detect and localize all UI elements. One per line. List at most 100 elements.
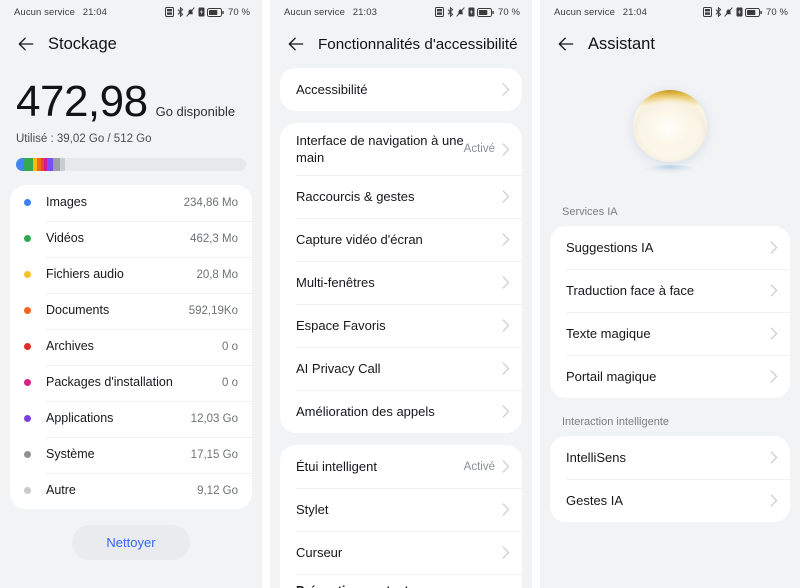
storage-list-item[interactable]: Système 17,15 Go bbox=[10, 436, 252, 473]
settings-row[interactable]: Étui intelligent Activé bbox=[280, 445, 522, 488]
back-arrow-icon[interactable] bbox=[16, 34, 36, 54]
settings-row[interactable]: Capture vidéo d'écran bbox=[280, 218, 522, 261]
carrier-label-2: Aucun service bbox=[284, 6, 345, 18]
settings-row-title: Prévention contacts non voulus bbox=[296, 583, 464, 588]
notification-muted-icon bbox=[456, 7, 466, 17]
status-carrier-time-3: Aucun service 21:04 bbox=[554, 7, 647, 18]
settings-row-text: Capture vidéo d'écran bbox=[296, 231, 502, 248]
settings-row-title: Interface de navigation à une main bbox=[296, 133, 464, 166]
status-bar-3: Aucun service 21:04 70 % bbox=[540, 0, 800, 24]
battery-icon bbox=[745, 7, 763, 17]
category-color-dot bbox=[24, 379, 31, 387]
page-title: Fonctionnalités d'accessibilité bbox=[318, 35, 518, 53]
settings-card: Interface de navigation à une main Activé… bbox=[280, 123, 522, 434]
storage-list-item[interactable]: Documents 592,19Ko bbox=[10, 292, 252, 329]
status-icons-1: 70 % bbox=[165, 7, 250, 18]
assistant-orb-area bbox=[540, 68, 800, 200]
status-carrier-time-2: Aucun service 21:03 bbox=[284, 7, 377, 18]
settings-row[interactable]: Suggestions IA bbox=[550, 226, 790, 269]
battery-icon bbox=[207, 7, 225, 17]
settings-row[interactable]: Gestes IA bbox=[550, 479, 790, 522]
storage-summary: 472,98 Go disponible Utilisé : 39,02 Go … bbox=[0, 68, 262, 171]
clock-label-2: 21:03 bbox=[352, 6, 377, 18]
settings-row-state: Activé bbox=[463, 460, 495, 473]
settings-row-text: IntelliSens bbox=[566, 449, 770, 466]
storage-category-list: Images 234,86 Mo Vidéos 462,3 Mo Fichiers au… bbox=[10, 184, 252, 509]
settings-row-text: Amélioration des appels bbox=[296, 403, 502, 420]
category-label: Documents bbox=[46, 303, 110, 318]
settings-row-text: Étui intelligent bbox=[296, 458, 464, 475]
settings-row-text: Raccourcis & gestes bbox=[296, 188, 502, 205]
storage-list-item[interactable]: Archives 0 o bbox=[10, 328, 252, 365]
back-arrow-icon[interactable] bbox=[286, 34, 306, 54]
settings-row-state: Activé bbox=[463, 143, 495, 156]
category-color-dot bbox=[24, 343, 31, 351]
storage-list-item[interactable]: Autre 9,12 Go bbox=[10, 472, 252, 509]
settings-row[interactable]: Raccourcis & gestes bbox=[280, 175, 522, 218]
settings-row-title: Étui intelligent bbox=[296, 459, 377, 475]
settings-row[interactable]: Texte magique bbox=[550, 312, 790, 355]
settings-row-text: Espace Favoris bbox=[296, 317, 502, 334]
storage-available-unit: Go disponible bbox=[155, 104, 236, 119]
storage-list-item[interactable]: Packages d'installation 0 o bbox=[10, 364, 252, 401]
three-phone-screenshots: Aucun service 21:04 70 % Stockage 472,98… bbox=[0, 0, 800, 588]
category-label: Applications bbox=[46, 411, 114, 426]
chevron-right-icon bbox=[770, 494, 778, 507]
category-color-dot bbox=[24, 199, 31, 207]
settings-row[interactable]: Espace Favoris bbox=[280, 304, 522, 347]
clean-button-row: Nettoyer bbox=[0, 524, 262, 560]
page-title: Assistant bbox=[588, 34, 655, 53]
settings-row[interactable]: Accessibilité bbox=[280, 68, 522, 111]
settings-row-text: Accessibilité bbox=[296, 81, 502, 98]
settings-row-text: AI Privacy Call bbox=[296, 360, 502, 377]
category-color-dot bbox=[24, 487, 31, 495]
chevron-right-icon bbox=[502, 546, 510, 559]
section-header: Interaction intelligente bbox=[562, 416, 670, 428]
carrier-label-3: Aucun service bbox=[554, 6, 615, 18]
storage-list-item[interactable]: Fichiers audio 20,8 Mo bbox=[10, 256, 252, 293]
settings-card: Étui intelligent Activé Stylet Curseur Préve… bbox=[280, 445, 522, 588]
back-arrow-icon[interactable] bbox=[556, 34, 576, 54]
category-color-dot bbox=[24, 415, 31, 423]
settings-card: Accessibilité bbox=[280, 68, 522, 111]
settings-row[interactable]: Multi-fenêtres bbox=[280, 261, 522, 304]
chevron-right-icon bbox=[502, 190, 510, 203]
settings-row[interactable]: AI Privacy Call bbox=[280, 347, 522, 390]
settings-card: IntelliSens Gestes IA bbox=[550, 436, 790, 522]
settings-row[interactable]: Stylet bbox=[280, 488, 522, 531]
settings-row-title: Texte magique bbox=[566, 325, 651, 341]
category-label: Vidéos bbox=[46, 231, 84, 246]
category-size: 12,03 Go bbox=[190, 412, 238, 425]
settings-row-title: Suggestions IA bbox=[566, 239, 654, 255]
chevron-right-icon bbox=[502, 276, 510, 289]
settings-row[interactable]: Amélioration des appels bbox=[280, 390, 522, 433]
chevron-right-icon bbox=[770, 451, 778, 464]
settings-row[interactable]: Curseur bbox=[280, 531, 522, 574]
storage-used-line: Utilisé : 39,02 Go / 512 Go bbox=[16, 132, 152, 145]
battery-saver-icon bbox=[468, 7, 475, 17]
category-label: Système bbox=[46, 447, 95, 462]
settings-row[interactable]: IntelliSens bbox=[550, 436, 790, 479]
clean-button[interactable]: Nettoyer bbox=[72, 524, 190, 560]
category-size: 20,8 Mo bbox=[196, 268, 238, 281]
settings-row[interactable]: Traduction face à face bbox=[550, 269, 790, 312]
storage-bar-segment bbox=[60, 157, 65, 171]
page-title: Stockage bbox=[48, 34, 117, 53]
category-size: 234,86 Mo bbox=[183, 196, 238, 209]
sim-card-icon bbox=[703, 7, 713, 17]
assistant-orb-icon bbox=[633, 90, 707, 162]
storage-list-item[interactable]: Applications 12,03 Go bbox=[10, 400, 252, 437]
storage-usage-bar bbox=[16, 157, 246, 171]
assistant-orb-reflection bbox=[645, 165, 695, 174]
settings-row[interactable]: Portail magique bbox=[550, 355, 790, 398]
battery-percent-2: 70 % bbox=[497, 6, 520, 18]
settings-row-title: Gestes IA bbox=[566, 492, 624, 508]
accessibility-groups: Accessibilité Interface de navigation à u… bbox=[270, 68, 532, 588]
storage-list-item[interactable]: Images 234,86 Mo bbox=[10, 185, 252, 221]
settings-row[interactable]: Prévention contacts non voulusÉvite tout… bbox=[280, 574, 522, 588]
clock-label-1: 21:04 bbox=[82, 6, 107, 18]
storage-list-item[interactable]: Vidéos 462,3 Mo bbox=[10, 220, 252, 257]
category-size: 17,15 Go bbox=[190, 448, 238, 461]
settings-row-title: Raccourcis & gestes bbox=[296, 189, 415, 205]
settings-row[interactable]: Interface de navigation à une main Activé bbox=[280, 123, 522, 175]
